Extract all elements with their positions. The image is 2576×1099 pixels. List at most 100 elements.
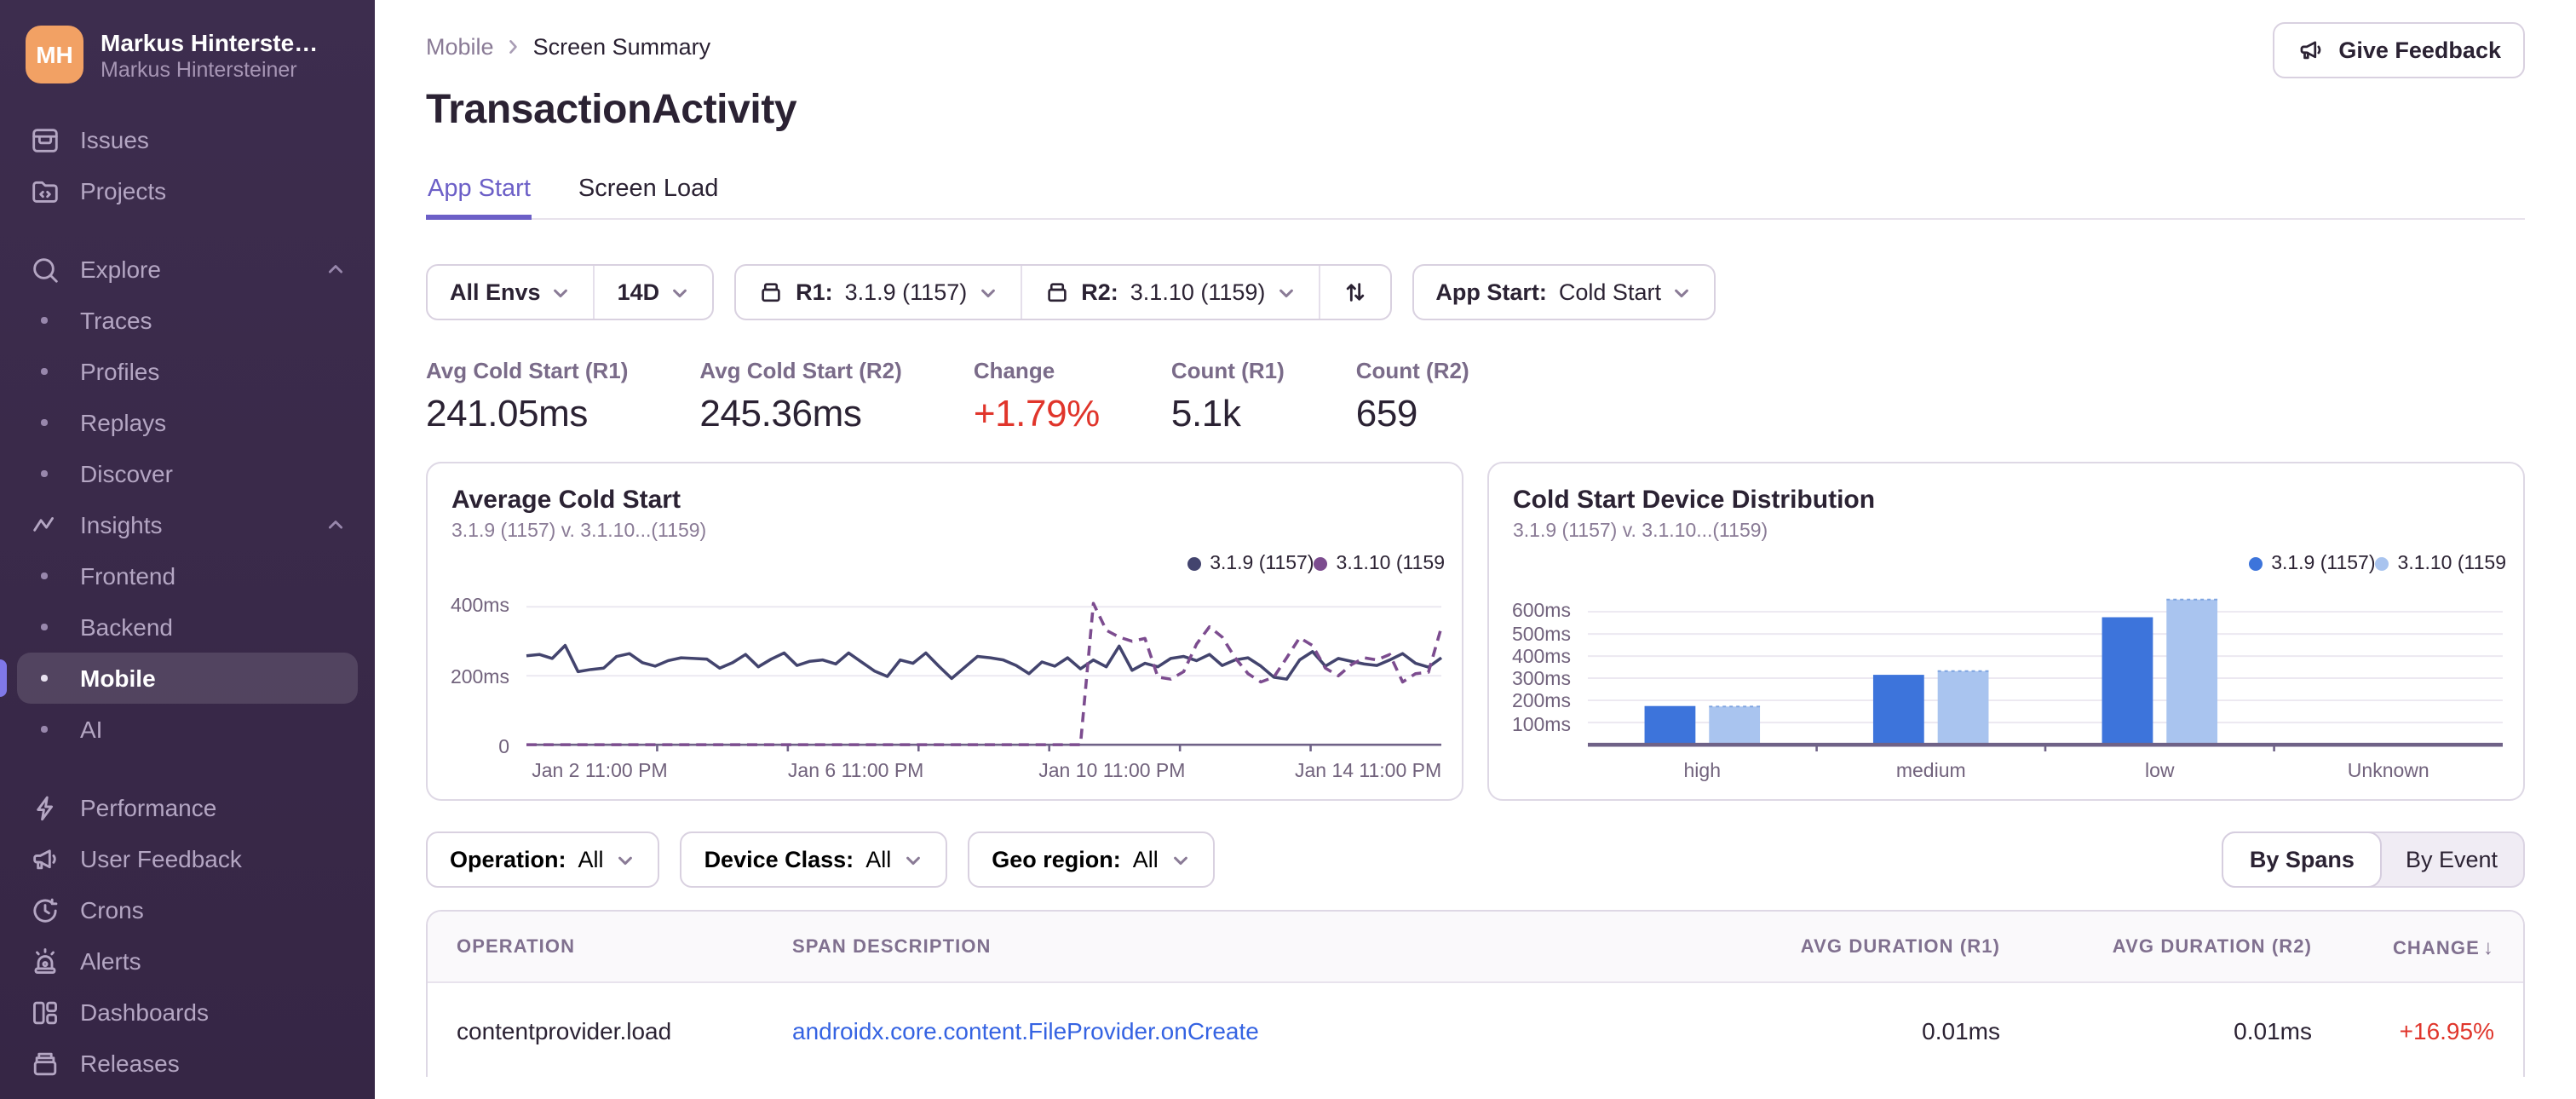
tab-app-start[interactable]: App Start (426, 175, 532, 220)
column-header-change[interactable]: CHANGE ↓ (2312, 935, 2523, 958)
column-header-operation[interactable]: OPERATION (428, 936, 763, 957)
swap-releases-button[interactable] (1318, 266, 1389, 319)
column-header-span-description[interactable]: SPAN DESCRIPTION (763, 936, 1688, 957)
chevron-down-icon (670, 282, 690, 302)
bullet-icon (27, 675, 61, 682)
stat-label: Avg Cold Start (R2) (699, 358, 902, 383)
legend-item[interactable]: 3.1.9 (1157) (1187, 554, 1314, 574)
legend-label: 3.1.9 (1157) (2271, 554, 2376, 574)
legend-item[interactable]: 3.1.9 (1157) (2249, 554, 2376, 574)
environment-selector[interactable]: All Envs (428, 266, 594, 319)
column-header-avg-duration-r2-[interactable]: AVG DURATION (R2) (2000, 936, 2312, 957)
stat-avg-cold-start-r1-: Avg Cold Start (R1) 241.05ms (426, 358, 628, 436)
legend-dot-icon (1187, 557, 1202, 571)
sidebar-item-label: Issues (80, 126, 149, 153)
chevron-right-icon (508, 37, 520, 56)
chevron-up-icon[interactable] (324, 257, 348, 281)
sidebar-item-label: Crons (80, 896, 144, 924)
x-tick-label: medium (1895, 762, 1966, 782)
legend-item[interactable]: 3.1.10 (1159 (2375, 554, 2506, 574)
legend-label: 3.1.10 (1159 (1336, 554, 1445, 574)
device-class-filter[interactable]: Device Class: All (680, 831, 948, 888)
sidebar-item-ai[interactable]: AI (0, 704, 375, 755)
sidebar-item-profiles[interactable]: Profiles (0, 346, 375, 397)
sidebar-item-crons[interactable]: Crons (0, 884, 375, 935)
breadcrumb-mobile[interactable]: Mobile (426, 34, 494, 60)
toggle-by-spans[interactable]: By Spans (2222, 831, 2382, 888)
bullet-icon (27, 317, 61, 324)
tab-bar: App Start Screen Load (426, 175, 2525, 220)
stat-label: Change (973, 358, 1055, 383)
release-compare-group: R1: 3.1.9 (1157) R2: 3.1.10 (1159) (734, 264, 1392, 320)
stat-label: Avg Cold Start (R1) (426, 358, 629, 383)
toggle-by-event[interactable]: By Event (2380, 833, 2523, 886)
bullet-icon (27, 624, 61, 630)
breadcrumb: Mobile Screen Summary (426, 0, 2525, 60)
cell-span-description-link[interactable]: androidx.core.content.FileProvider.onCre… (763, 1016, 1688, 1044)
sidebar-item-frontend[interactable]: Frontend (0, 550, 375, 601)
table-row: contentprovider.load androidx.core.conten… (428, 981, 2523, 1077)
legend-dot-icon (2375, 557, 2389, 571)
chevron-down-icon (551, 282, 572, 302)
stat-count-r2-: Count (R2) 659 (1356, 358, 1469, 436)
swap-arrows-icon (1342, 279, 1367, 305)
filter-label: Operation: (450, 847, 566, 872)
column-header-avg-duration-r1-[interactable]: AVG DURATION (R1) (1688, 936, 2000, 957)
issues-icon (27, 124, 61, 156)
r1-value: 3.1.9 (1157) (844, 279, 968, 305)
daterange-selector[interactable]: 14D (593, 266, 713, 319)
give-feedback-button[interactable]: Give Feedback (2272, 22, 2525, 78)
chart-title: Cold Start Device Distribution (1513, 486, 1876, 515)
operation-filter[interactable]: Operation: All (426, 831, 660, 888)
sidebar-item-insights[interactable]: Insights (0, 499, 375, 550)
release-r2-selector[interactable]: R2: 3.1.10 (1159) (1020, 266, 1318, 319)
user-name: Markus Hintersteiner (101, 28, 322, 55)
sidebar-item-user-feedback[interactable]: User Feedback (0, 833, 375, 884)
sidebar-item-dashboards[interactable]: Dashboards (0, 987, 375, 1038)
filter-bar: All Envs 14D R1: 3.1.9 (1157) R2: 3.1.10… (426, 264, 2525, 320)
chart-legend: 3.1.9 (1157) 3.1.10 (1159 (2249, 554, 2506, 574)
chart-subtitle: 3.1.9 (1157) v. 3.1.10...(1159) (451, 521, 707, 542)
user-menu[interactable]: MH Markus Hintersteiner Markus Hinterste… (0, 0, 375, 101)
y-tick-label: 200ms (450, 667, 509, 688)
chevron-down-icon (903, 849, 923, 870)
org-name: Markus Hintersteiner (101, 57, 297, 81)
sidebar-item-replays[interactable]: Replays (0, 397, 375, 448)
line-chart-plot (526, 590, 1443, 751)
legend-item[interactable]: 3.1.10 (1159 (1314, 554, 1445, 574)
release-r1-selector[interactable]: R1: 3.1.9 (1157) (736, 266, 1020, 319)
tab-screen-load[interactable]: Screen Load (577, 175, 720, 220)
env-daterange-group: All Envs 14D (426, 264, 715, 320)
sidebar-item-traces[interactable]: Traces (0, 295, 375, 346)
sidebar-item-releases[interactable]: Releases (0, 1038, 375, 1089)
sidebar-item-label: Releases (80, 1050, 180, 1077)
sidebar-item-performance[interactable]: Performance (0, 782, 375, 833)
sidebar-item-mobile[interactable]: Mobile (0, 653, 358, 704)
app-window: MH Markus Hintersteiner Markus Hinterste… (0, 0, 2576, 1099)
sidebar-item-issues[interactable]: Issues (0, 114, 375, 165)
chevron-up-icon[interactable] (324, 513, 348, 537)
x-tick-label: Jan 6 11:00 PM (787, 762, 924, 782)
sidebar-item-backend[interactable]: Backend (0, 601, 375, 653)
geo-region-filter[interactable]: Geo region: All (968, 831, 1215, 888)
package-icon (1044, 279, 1069, 305)
cell-avg-duration-r1: 0.01ms (1922, 1016, 2000, 1044)
y-tick-label: 300ms (1511, 670, 1571, 691)
sidebar-item-discover[interactable]: Discover (0, 448, 375, 499)
stat-avg-cold-start-r2-: Avg Cold Start (R2) 245.36ms (699, 358, 901, 436)
sidebar-item-label: Dashboards (80, 998, 209, 1026)
table-controls-row: Operation: All Device Class: All Geo region:… (426, 831, 2525, 888)
sidebar-item-label: Mobile (80, 665, 156, 692)
cell-avg-duration-r2: 0.01ms (2234, 1016, 2312, 1044)
sidebar-item-label: Frontend (80, 562, 176, 590)
x-tick-label: Jan 14 11:00 PM (1294, 762, 1442, 782)
table-body: contentprovider.load androidx.core.conten… (428, 981, 2523, 1077)
sidebar-item-explore[interactable]: Explore (0, 244, 375, 295)
bullet-icon (27, 419, 61, 426)
appstart-type-selector[interactable]: App Start: Cold Start (1413, 266, 1714, 319)
x-axis-labels: high medium low Unknown (1588, 762, 2503, 787)
sidebar-item-projects[interactable]: Projects (0, 165, 375, 216)
stat-value: 5.1k (1170, 392, 1241, 434)
sidebar-item-alerts[interactable]: Alerts (0, 935, 375, 987)
